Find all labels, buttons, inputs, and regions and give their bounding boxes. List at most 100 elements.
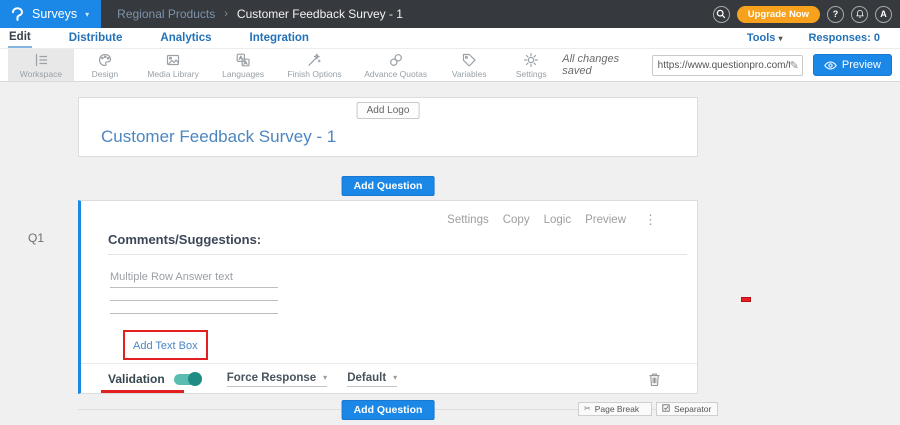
chevron-down-icon: ▾ bbox=[323, 373, 327, 382]
add-logo-button[interactable]: Add Logo bbox=[357, 102, 420, 119]
eye-icon bbox=[824, 60, 837, 71]
toolbar-item-label: Variables bbox=[452, 69, 487, 79]
question-actions: Settings Copy Logic Preview ⋮ bbox=[447, 212, 657, 228]
toolbar-item-settings[interactable]: Settings bbox=[500, 49, 562, 81]
tag-icon bbox=[461, 52, 477, 68]
search-button[interactable] bbox=[713, 6, 730, 23]
toolbar-item-label: Workspace bbox=[20, 69, 62, 79]
toolbar-item-label: Finish Options bbox=[287, 69, 341, 79]
toolbar-item-languages[interactable]: Languages bbox=[210, 49, 276, 81]
survey-canvas: Add Logo Customer Feedback Survey - 1 Ad… bbox=[0, 82, 900, 425]
search-icon bbox=[716, 9, 726, 19]
translate-icon bbox=[235, 52, 251, 68]
nav-tab-distribute[interactable]: Distribute bbox=[68, 30, 124, 47]
page-break-button[interactable]: ✂ Page Break bbox=[578, 402, 652, 416]
validation-label: Validation bbox=[108, 372, 165, 386]
preview-button[interactable]: Preview bbox=[813, 54, 892, 76]
image-icon bbox=[165, 52, 181, 68]
breadcrumb-separator-icon: › bbox=[224, 8, 228, 20]
questionpro-logo-icon bbox=[10, 7, 25, 22]
toolbar-item-label: Advance Quotas bbox=[364, 69, 427, 79]
bell-icon bbox=[855, 9, 865, 19]
toolbar-item-label: Languages bbox=[222, 69, 264, 79]
top-bar: Surveys ▾ Regional Products › Customer F… bbox=[0, 0, 900, 28]
quota-links-icon bbox=[388, 52, 404, 68]
add-question-button-top[interactable]: Add Question bbox=[342, 176, 435, 196]
toolbar-right: All changes saved ✎ Preview bbox=[562, 49, 900, 81]
question-logic-link[interactable]: Logic bbox=[544, 214, 572, 226]
question-divider bbox=[108, 254, 687, 255]
answer-row-1[interactable]: Multiple Row Answer text bbox=[110, 271, 278, 288]
default-validation-dropdown[interactable]: Default ▾ bbox=[347, 372, 397, 387]
toolbar-item-variables[interactable]: Variables bbox=[438, 49, 500, 81]
tools-menu[interactable]: Tools ▾ bbox=[747, 32, 783, 44]
default-validation-value: Default bbox=[347, 372, 386, 384]
toolbar-item-media-library[interactable]: Media Library bbox=[136, 49, 210, 81]
nav-tab-edit[interactable]: Edit bbox=[8, 29, 32, 48]
toolbar-item-advance-quotas[interactable]: Advance Quotas bbox=[353, 49, 438, 81]
page-break-label: Page Break bbox=[595, 404, 639, 414]
notifications-button[interactable] bbox=[851, 6, 868, 23]
upgrade-now-button[interactable]: Upgrade Now bbox=[737, 6, 820, 23]
magic-wand-icon bbox=[306, 52, 322, 68]
toolbar-item-finish-options[interactable]: Finish Options bbox=[276, 49, 353, 81]
add-textbox-highlight-annotation: Add Text Box bbox=[123, 330, 208, 360]
multi-row-answer-area: Multiple Row Answer text bbox=[110, 271, 278, 314]
separator-button[interactable]: Separator bbox=[656, 402, 718, 416]
separator-label: Separator bbox=[674, 404, 711, 414]
help-button[interactable]: ? bbox=[827, 6, 844, 23]
delete-question-button[interactable] bbox=[648, 372, 661, 387]
toolbar-item-workspace[interactable]: Workspace bbox=[8, 49, 74, 81]
chevron-down-icon: ▾ bbox=[393, 373, 397, 382]
edit-url-icon[interactable]: ✎ bbox=[790, 59, 799, 72]
workspace-icon bbox=[33, 52, 49, 68]
breadcrumb: Regional Products › Customer Feedback Su… bbox=[117, 7, 403, 21]
question-card: Settings Copy Logic Preview ⋮ Comments/S… bbox=[78, 200, 698, 394]
trash-icon bbox=[648, 372, 661, 387]
toolbar-item-label: Media Library bbox=[147, 69, 199, 79]
validation-toggle[interactable] bbox=[174, 374, 201, 385]
question-footer: Validation Force Response ▾ Default ▾ bbox=[108, 364, 661, 394]
add-question-button-bottom[interactable]: Add Question bbox=[342, 400, 435, 420]
toolbar-item-label: Design bbox=[92, 69, 118, 79]
answer-row-3[interactable] bbox=[110, 301, 278, 314]
answer-row-2[interactable] bbox=[110, 288, 278, 301]
preview-label: Preview bbox=[842, 59, 881, 71]
question-text[interactable]: Comments/Suggestions: bbox=[108, 232, 261, 247]
survey-title[interactable]: Customer Feedback Survey - 1 bbox=[101, 127, 336, 147]
main-nav: Edit Distribute Analytics Integration To… bbox=[0, 28, 900, 48]
nav-tab-integration[interactable]: Integration bbox=[249, 30, 310, 47]
question-preview-link[interactable]: Preview bbox=[585, 214, 626, 226]
more-options-icon[interactable]: ⋮ bbox=[644, 212, 657, 228]
survey-url-field[interactable]: ✎ bbox=[652, 55, 803, 76]
question-settings-link[interactable]: Settings bbox=[447, 214, 489, 226]
question-copy-link[interactable]: Copy bbox=[503, 214, 530, 226]
product-name: Surveys bbox=[32, 7, 77, 21]
red-dash-annotation bbox=[741, 297, 751, 302]
nav-right: Tools ▾ Responses: 0 bbox=[747, 32, 892, 44]
checkbox-icon bbox=[662, 404, 670, 414]
surveys-product-menu[interactable]: Surveys ▾ bbox=[0, 0, 101, 28]
chevron-down-icon: ▾ bbox=[778, 34, 782, 43]
question-number: Q1 bbox=[28, 231, 44, 245]
toggle-knob bbox=[188, 372, 202, 386]
add-text-box-link[interactable]: Add Text Box bbox=[133, 340, 198, 352]
save-status: All changes saved bbox=[562, 53, 641, 77]
survey-url-input[interactable] bbox=[658, 60, 790, 71]
breadcrumb-folder[interactable]: Regional Products bbox=[117, 7, 215, 21]
toolbar-item-design[interactable]: Design bbox=[74, 49, 136, 81]
responses-count[interactable]: Responses: 0 bbox=[808, 32, 880, 44]
force-response-value: Force Response bbox=[227, 372, 316, 384]
topbar-actions: Upgrade Now ? A bbox=[713, 6, 900, 23]
palette-icon bbox=[97, 52, 113, 68]
avatar[interactable]: A bbox=[875, 6, 892, 23]
force-response-dropdown[interactable]: Force Response ▾ bbox=[227, 372, 328, 387]
validation-underline-annotation bbox=[101, 390, 184, 393]
survey-header-card: Add Logo Customer Feedback Survey - 1 bbox=[78, 97, 698, 157]
breadcrumb-current: Customer Feedback Survey - 1 bbox=[237, 7, 403, 21]
toolbar-item-label: Settings bbox=[516, 69, 547, 79]
page-break-icon: ✂ bbox=[584, 405, 591, 413]
chevron-down-icon: ▾ bbox=[85, 10, 89, 19]
gear-icon bbox=[523, 52, 539, 68]
nav-tab-analytics[interactable]: Analytics bbox=[159, 30, 212, 47]
